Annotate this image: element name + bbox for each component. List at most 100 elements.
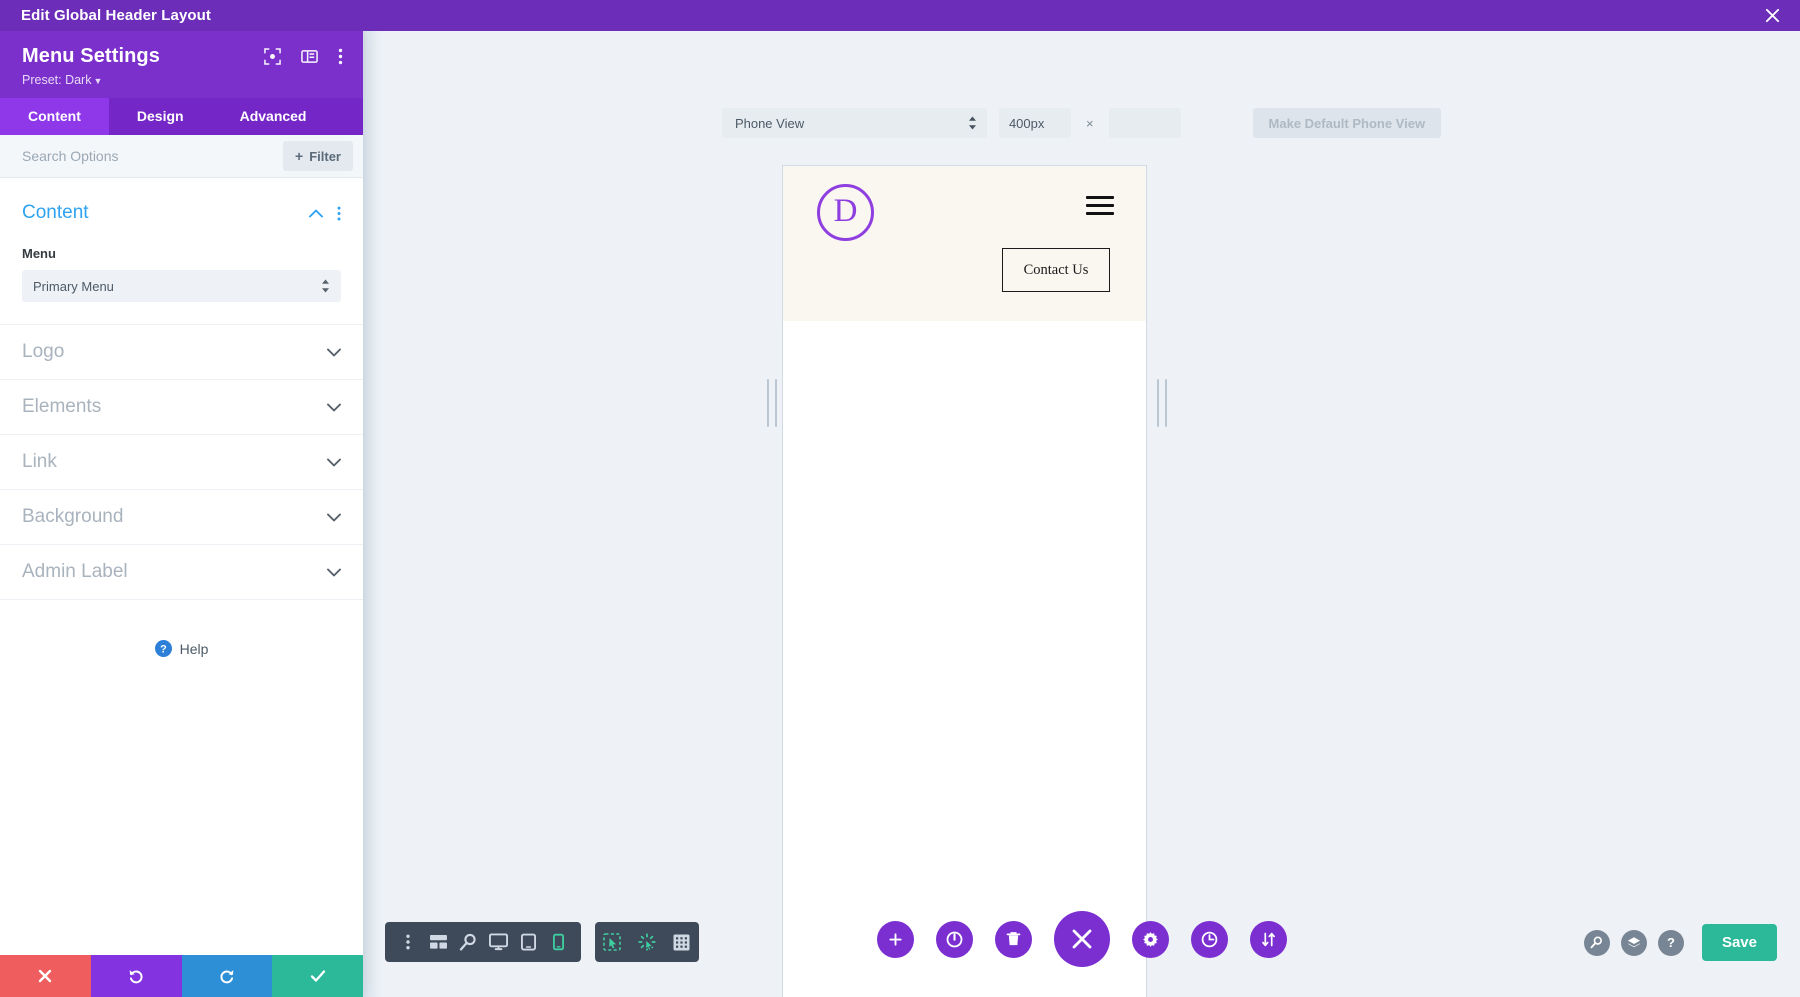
settings-panel-footer — [0, 955, 363, 997]
tab-content[interactable]: Content — [0, 98, 109, 135]
trash-icon — [1006, 932, 1020, 946]
close-layout-button[interactable] — [1744, 0, 1800, 31]
resize-handle-right[interactable] — [1157, 379, 1167, 427]
search-button[interactable] — [1583, 929, 1610, 956]
canvas-edge-shadow — [363, 31, 383, 997]
section-background[interactable]: Background — [0, 490, 363, 545]
section-elements-label: Elements — [22, 396, 102, 417]
tab-advanced[interactable]: Advanced — [212, 98, 335, 135]
redo-button[interactable] — [181, 955, 273, 997]
undo-button[interactable] — [90, 955, 182, 997]
make-default-phone-view-button[interactable]: Make Default Phone View — [1252, 108, 1442, 138]
fullscreen-icon[interactable] — [264, 48, 281, 65]
history-icon — [1201, 931, 1217, 947]
plus-icon: + — [295, 148, 304, 164]
handle-bar — [1165, 379, 1167, 427]
undo-icon — [129, 970, 143, 984]
apply-button[interactable] — [272, 955, 363, 997]
viewport-width-input[interactable] — [998, 108, 1071, 138]
toggle-builder-button[interactable] — [935, 920, 973, 958]
layers-icon — [1627, 936, 1641, 947]
search-options-bar: + Filter — [0, 135, 363, 178]
hamburger-bar — [1086, 204, 1114, 207]
chevron-up-icon[interactable] — [309, 209, 323, 218]
settings-tabs: Content Design Advanced — [0, 98, 363, 135]
window-titlebar: Edit Global Header Layout — [0, 0, 1800, 31]
site-logo-letter: D — [833, 193, 858, 229]
gear-icon — [1142, 931, 1158, 947]
section-logo-label: Logo — [22, 341, 65, 362]
builder-settings-button[interactable] — [1131, 920, 1169, 958]
sort-icon — [1261, 932, 1275, 946]
save-button[interactable]: Save — [1701, 924, 1777, 961]
layers-button[interactable] — [1620, 929, 1647, 956]
delete-layout-button[interactable] — [994, 920, 1032, 958]
section-admin-label[interactable]: Admin Label — [0, 545, 363, 600]
field-menu: Menu Primary Menu — [22, 246, 341, 302]
filter-label: Filter — [309, 148, 341, 164]
help-label: Help — [179, 640, 209, 657]
page-title: Edit Global Header Layout — [21, 7, 212, 24]
help-link[interactable]: ? Help — [0, 640, 363, 657]
history-button[interactable] — [1190, 920, 1228, 958]
add-section-button[interactable] — [876, 920, 914, 958]
close-icon — [1072, 929, 1091, 949]
resize-handle-left[interactable] — [767, 379, 777, 427]
handle-bar — [1157, 379, 1159, 427]
responsive-view-toolbar: Phone View × Make Default Phone View — [363, 108, 1800, 138]
hamburger-icon[interactable] — [1086, 196, 1114, 215]
dimension-separator: × — [1085, 115, 1094, 131]
preset-label: Preset: Dark — [22, 73, 92, 87]
redo-icon — [220, 970, 234, 984]
view-mode-select[interactable]: Phone View — [721, 108, 987, 138]
section-elements[interactable]: Elements — [0, 380, 363, 435]
check-icon — [310, 970, 325, 982]
select-updown-icon — [968, 116, 977, 130]
settings-panel: Menu Settings Preset: Dark ▼ Content Des… — [0, 31, 363, 997]
search-icon — [1591, 936, 1603, 949]
settings-panel-title: Menu Settings — [22, 45, 160, 67]
handle-bar — [775, 379, 777, 427]
section-content: Content Menu Primary Menu — [0, 178, 363, 325]
menu-select[interactable]: Primary Menu — [22, 270, 341, 302]
section-link[interactable]: Link — [0, 435, 363, 490]
close-icon — [39, 969, 52, 983]
hamburger-bar — [1086, 196, 1114, 199]
filter-button[interactable]: + Filter — [283, 141, 353, 171]
settings-panel-header: Menu Settings Preset: Dark ▼ — [0, 31, 363, 98]
help-button[interactable]: ? — [1657, 929, 1684, 956]
chevron-down-icon — [327, 513, 341, 522]
section-admin-label-label: Admin Label — [22, 561, 128, 582]
cancel-button[interactable] — [0, 955, 91, 997]
close-icon — [1765, 8, 1779, 23]
section-more-vertical-icon[interactable] — [337, 206, 341, 221]
chevron-down-icon — [327, 568, 341, 577]
help-icon: ? — [154, 640, 172, 657]
settings-panel-body: Content Menu Primary Menu Logo Elements … — [0, 178, 363, 955]
sort-button[interactable] — [1249, 920, 1287, 958]
hamburger-bar — [1086, 212, 1114, 215]
close-builder-button[interactable] — [1053, 911, 1110, 967]
search-input[interactable] — [22, 148, 276, 164]
chevron-down-icon — [327, 403, 341, 412]
section-link-label: Link — [22, 451, 57, 472]
tab-design[interactable]: Design — [109, 98, 212, 135]
section-logo[interactable]: Logo — [0, 325, 363, 380]
site-logo[interactable]: D — [817, 184, 874, 241]
contact-us-button[interactable]: Contact Us — [1002, 248, 1110, 292]
menu-select-value: Primary Menu — [33, 278, 114, 294]
layout-panel-icon[interactable] — [301, 48, 318, 65]
phone-preview-frame: D Contact Us — [783, 166, 1146, 997]
svg-text:?: ? — [160, 644, 167, 656]
field-menu-label: Menu — [22, 246, 56, 261]
viewport-height-input[interactable] — [1108, 108, 1181, 138]
preset-selector[interactable]: Preset: Dark ▼ — [22, 73, 347, 87]
preview-site-header: D Contact Us — [783, 166, 1146, 321]
section-background-label: Background — [22, 506, 124, 527]
preview-canvas: Phone View × Make Default Phone View D C… — [363, 31, 1800, 997]
chevron-down-icon — [327, 348, 341, 357]
add-icon — [888, 932, 902, 946]
section-content-title: Content — [22, 202, 89, 223]
more-vertical-icon[interactable] — [338, 48, 343, 65]
power-icon — [946, 931, 962, 947]
